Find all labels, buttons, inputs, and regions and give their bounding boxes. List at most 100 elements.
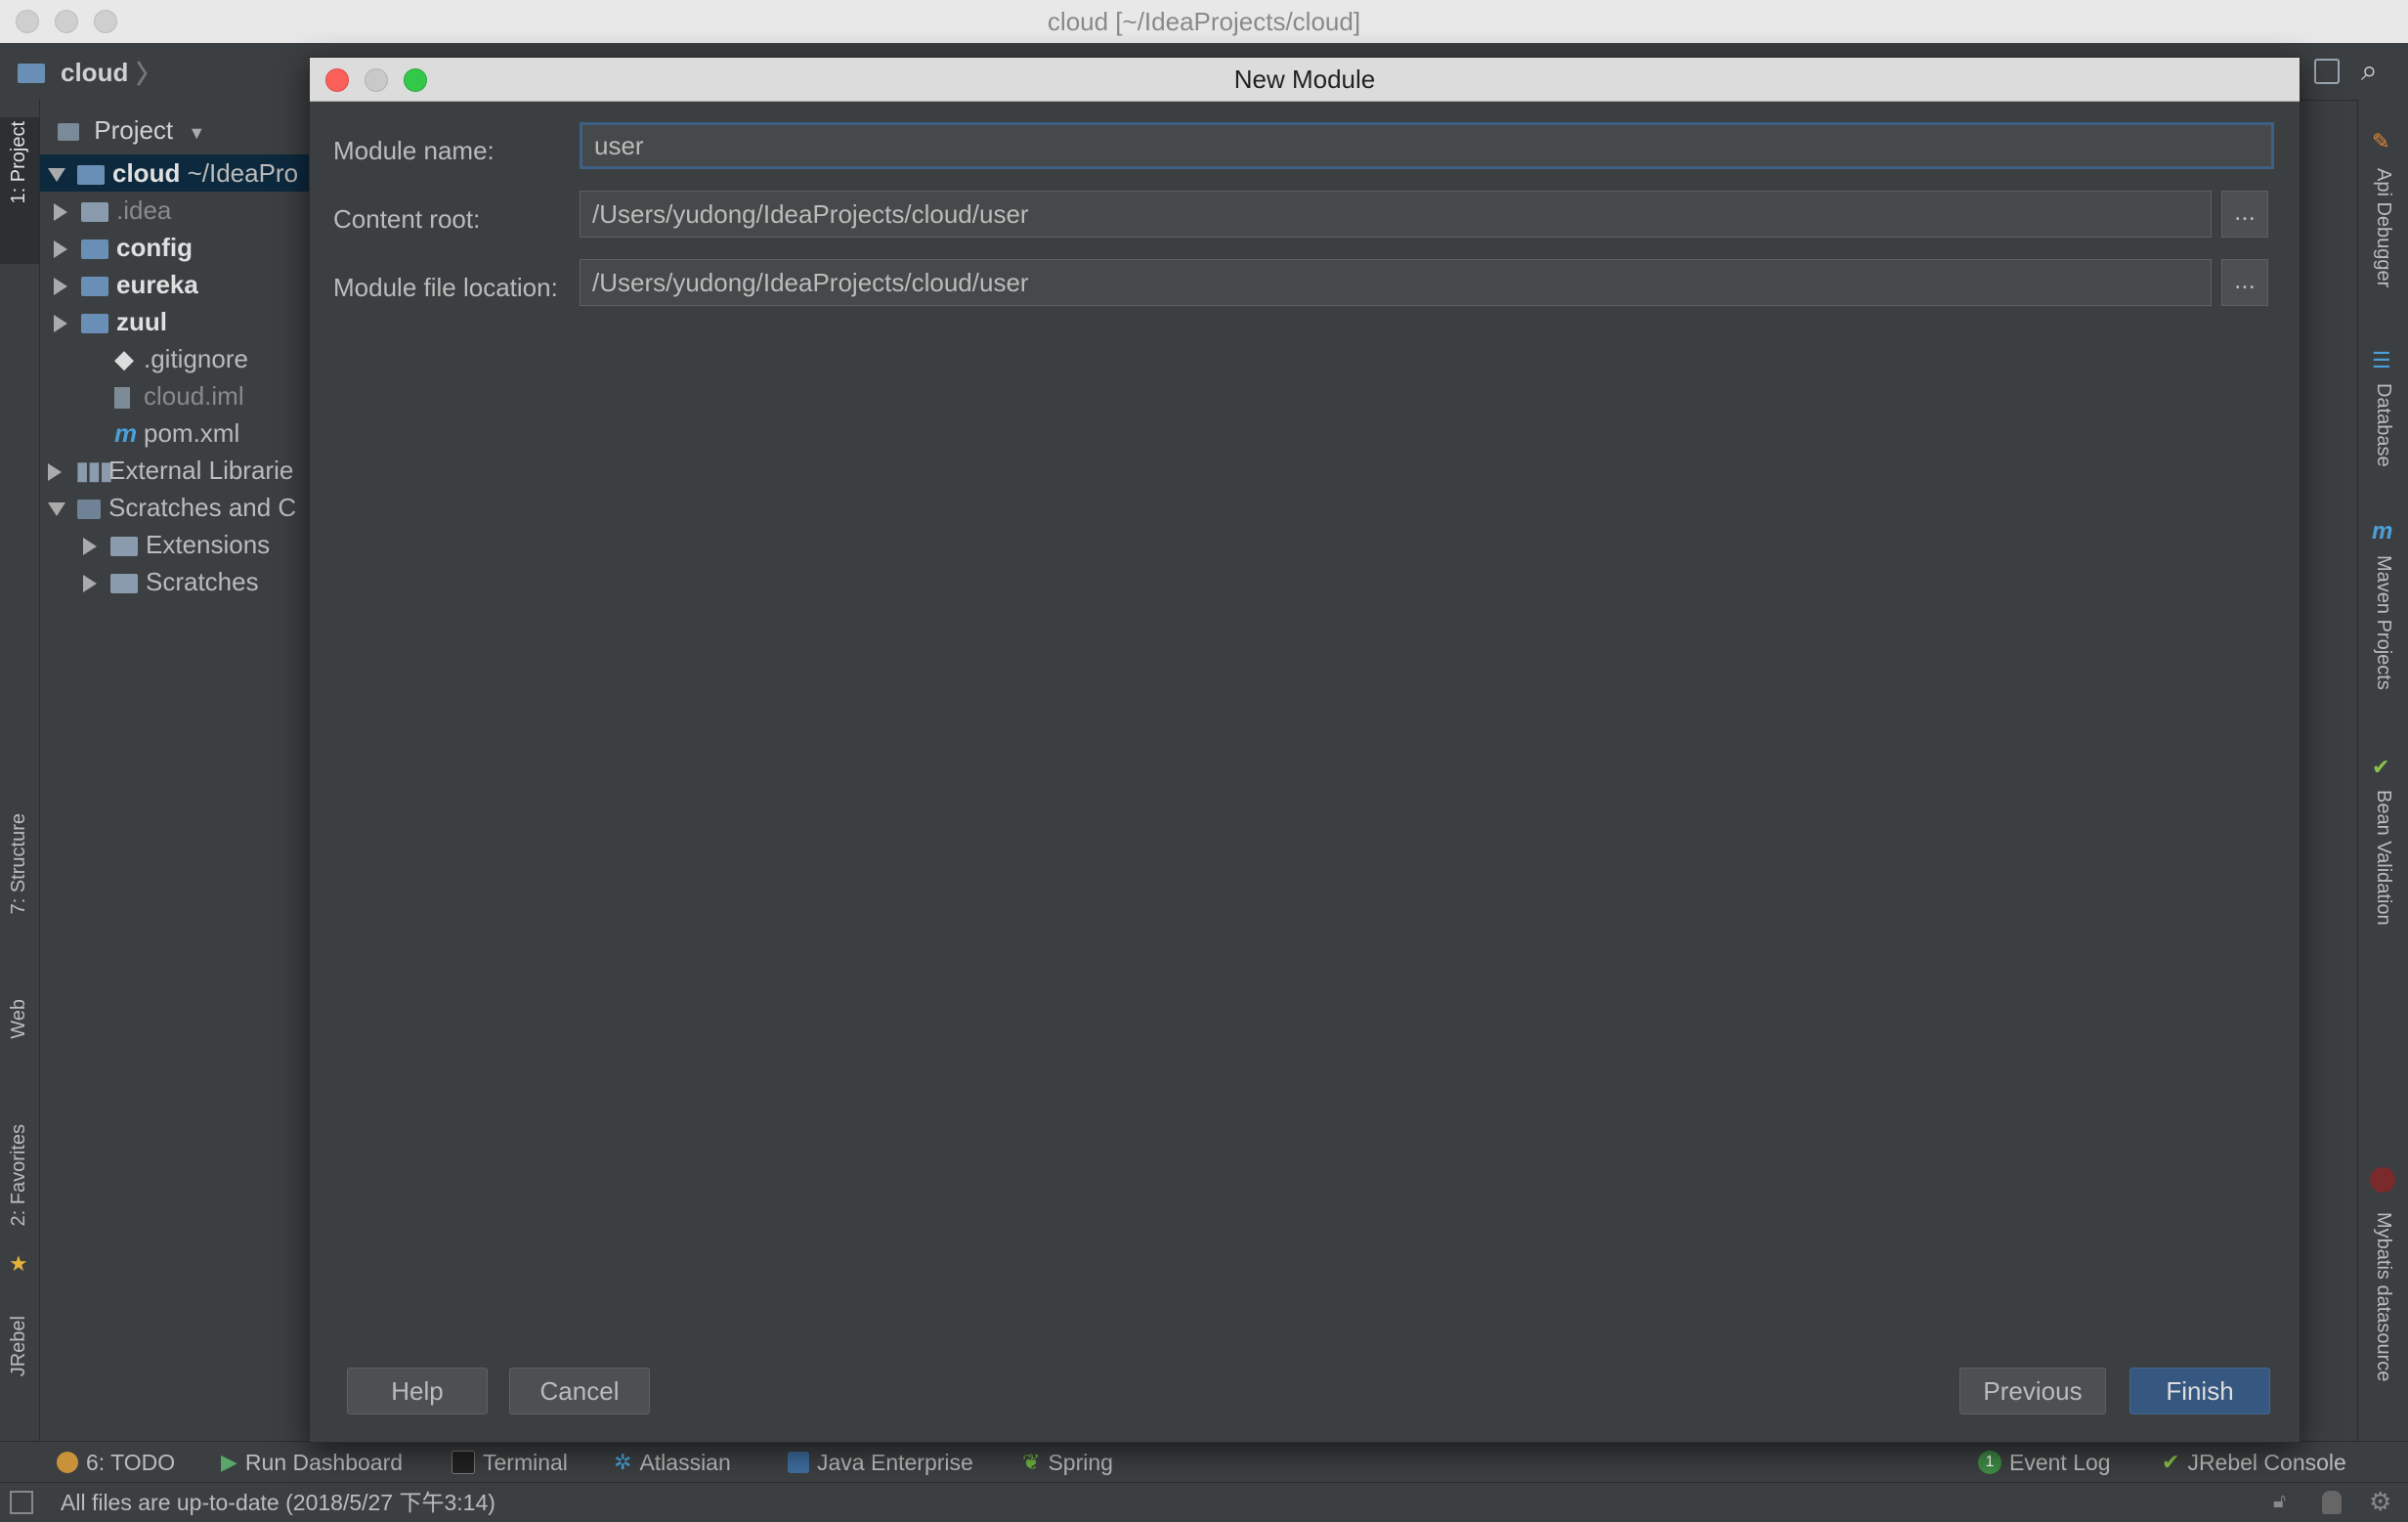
toggle-tool-windows-icon[interactable] [10, 1491, 33, 1514]
tab-maven-projects[interactable]: Maven Projects [2372, 555, 2394, 690]
breadcrumb[interactable]: cloud 〉 [18, 55, 161, 91]
tab-project[interactable]: 1: Project [8, 121, 30, 203]
tab-atlassian[interactable]: ✲ Atlassian [614, 1442, 731, 1483]
gear-icon[interactable]: ⚙ [2369, 1487, 2391, 1517]
expand-arrow-icon[interactable] [54, 315, 67, 333]
expand-arrow-icon[interactable] [48, 168, 65, 183]
tab-bean-validation[interactable]: Bean Validation [2372, 790, 2394, 926]
tab-api-debugger[interactable]: Api Debugger [2372, 168, 2394, 287]
project-panel: Project ▼ cloud ~/IdeaPro .idea config e… [40, 100, 310, 1441]
tree-item-label: .gitignore [144, 344, 248, 373]
expand-arrow-icon[interactable] [83, 575, 97, 593]
tool-window-bar: 6: TODO ▶ Run Dashboard Terminal ✲ Atlas… [0, 1441, 2408, 1483]
module-name-label: Module name: [333, 136, 494, 165]
tab-event-log[interactable]: 1 Event Log [1978, 1442, 2111, 1483]
breadcrumb-project: cloud [61, 58, 129, 87]
new-module-dialog: New Module Module name: Content root: /U… [309, 57, 2300, 1443]
tree-item-config[interactable]: config [40, 229, 193, 266]
mybatis-icon [2370, 1167, 2395, 1193]
tree-item-zuul[interactable]: zuul [40, 303, 167, 340]
tree-item-scratches-consoles[interactable]: Scratches and C [40, 489, 296, 526]
tree-item-extensions[interactable]: Extensions [40, 526, 270, 563]
tab-spring[interactable]: ❦ Spring [1022, 1442, 1113, 1483]
maven-icon: m [2372, 518, 2393, 544]
layout-icon[interactable] [2314, 59, 2340, 84]
folder-icon [81, 202, 108, 223]
bean-validation-icon: ✔ [2372, 755, 2390, 779]
tab-mybatis-datasource[interactable]: Mybatis datasource [2372, 1212, 2394, 1381]
tree-item-label: cloud [112, 158, 181, 188]
tab-todo[interactable]: 6: TODO [57, 1442, 175, 1483]
tab-structure[interactable]: 7: Structure [8, 813, 30, 914]
content-root-browse-button[interactable]: ... [2221, 191, 2268, 238]
project-view-icon [58, 123, 79, 142]
tab-jrebel[interactable]: JRebel [8, 1316, 30, 1376]
lock-icon[interactable]: 🔓︎ [2273, 1491, 2286, 1513]
tree-item-label: cloud.iml [144, 381, 244, 411]
tab-label: Spring [1048, 1450, 1113, 1475]
expand-arrow-icon[interactable] [54, 203, 67, 222]
status-text: All files are up-to-date (2018/5/27 下午3:… [61, 1490, 495, 1515]
git-file-icon: ◆ [114, 344, 134, 373]
event-log-badge: 1 [1978, 1451, 2001, 1474]
tree-item-label: config [116, 233, 193, 262]
chevron-right-icon: 〉 [136, 60, 162, 89]
chevron-down-icon: ▼ [188, 123, 206, 143]
left-tool-stripe: 1: Project 7: Structure Web 2: Favorites… [0, 100, 40, 1441]
expand-arrow-icon[interactable] [48, 463, 62, 482]
tab-terminal[interactable]: Terminal [452, 1442, 568, 1483]
tab-web[interactable]: Web [8, 999, 30, 1039]
tree-item-idea[interactable]: .idea [40, 192, 171, 229]
content-root-label: Content root: [333, 204, 481, 234]
tree-item-label: .idea [116, 196, 172, 225]
previous-button[interactable]: Previous [1959, 1368, 2106, 1414]
cancel-button[interactable]: Cancel [509, 1368, 650, 1414]
tree-item-external-libraries[interactable]: ▮▮▮External Librarie [40, 452, 293, 489]
tab-label: Atlassian [639, 1450, 731, 1475]
tab-label: 6: TODO [86, 1450, 176, 1475]
inspector-icon[interactable] [2322, 1491, 2342, 1514]
todo-icon [57, 1452, 78, 1473]
maven-file-icon: m [114, 418, 138, 448]
expand-arrow-icon[interactable] [83, 538, 97, 556]
module-name-input[interactable] [580, 122, 2274, 169]
expand-arrow-icon[interactable] [54, 278, 67, 296]
module-folder-icon [81, 314, 108, 334]
tree-item-label: zuul [116, 307, 167, 336]
module-file-location-field[interactable]: /Users/yudong/IdeaProjects/cloud/user [580, 259, 2212, 306]
jrebel-icon: ✔ [2162, 1450, 2180, 1474]
java-enterprise-icon [788, 1452, 809, 1473]
tree-item-label: eureka [116, 270, 198, 299]
terminal-icon [452, 1451, 475, 1474]
tree-item-cloud[interactable]: cloud ~/IdeaPro [40, 154, 310, 192]
help-button[interactable]: Help [347, 1368, 488, 1414]
folder-icon [110, 537, 138, 557]
tab-favorites[interactable]: 2: Favorites [8, 1124, 30, 1226]
tab-label: Run Dashboard [244, 1450, 404, 1475]
tree-item-eureka[interactable]: eureka [40, 266, 198, 303]
tab-label: Java Enterprise [817, 1450, 973, 1475]
folder-icon [110, 574, 138, 594]
project-panel-header[interactable]: Project ▼ [58, 115, 205, 146]
tab-database[interactable]: Database [2372, 383, 2394, 467]
tab-label: Event Log [2009, 1450, 2111, 1475]
tab-jrebel-console[interactable]: ✔ JRebel Console [2162, 1442, 2346, 1483]
tab-label: JRebel Console [2187, 1450, 2346, 1475]
expand-arrow-icon[interactable] [54, 240, 67, 259]
star-icon: ★ [9, 1251, 28, 1276]
module-folder-icon [81, 277, 108, 297]
tab-java-enterprise[interactable]: Java Enterprise [788, 1442, 973, 1483]
tree-item-scratches[interactable]: Scratches [40, 563, 259, 600]
module-file-location-browse-button[interactable]: ... [2221, 259, 2268, 306]
tab-run-dashboard[interactable]: ▶ Run Dashboard [221, 1442, 403, 1483]
finish-button[interactable]: Finish [2129, 1368, 2270, 1414]
scratches-icon [77, 500, 101, 520]
content-root-field[interactable]: /Users/yudong/IdeaProjects/cloud/user [580, 191, 2212, 238]
search-icon[interactable]: ⌕ [2361, 55, 2378, 88]
expand-arrow-icon[interactable] [48, 502, 65, 517]
window-title: cloud [~/IdeaProjects/cloud] [1047, 7, 1361, 36]
tree-item-cloud-iml[interactable]: cloud.iml [40, 377, 244, 414]
tree-item-gitignore[interactable]: ◆ .gitignore [40, 340, 248, 377]
tree-item-pom[interactable]: m pom.xml [40, 414, 239, 452]
iml-file-icon [114, 387, 130, 410]
